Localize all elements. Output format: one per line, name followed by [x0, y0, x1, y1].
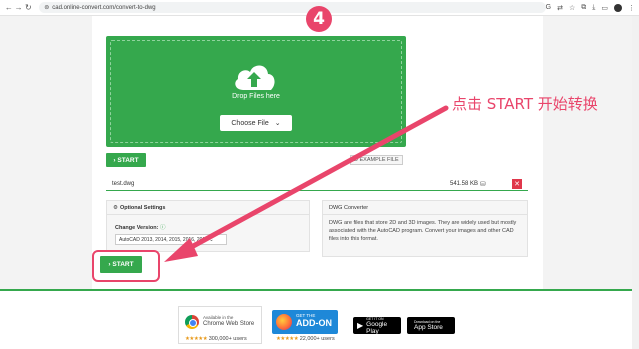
extensions-icon[interactable]: ⧉	[581, 4, 586, 12]
optional-settings-panel: ⚙ Optional Settings Change Version: ⓘ Au…	[106, 200, 310, 252]
dwg-converter-title: DWG Converter	[323, 201, 527, 215]
star-rating-icon: ★★★★★	[185, 336, 208, 342]
chrome-rating: ★★★★★ 300,000+ users	[185, 336, 247, 342]
optional-settings-header[interactable]: ⚙ Optional Settings	[107, 201, 309, 215]
bookmark-star-icon[interactable]: ☆	[569, 4, 575, 12]
back-icon[interactable]: ←	[4, 3, 14, 12]
google-icon[interactable]: G	[546, 4, 551, 11]
info-icon[interactable]: ⓘ	[160, 225, 166, 231]
chevron-down-icon: ⌄	[274, 120, 281, 127]
choose-file-label: Choose File	[231, 119, 269, 127]
step-number-badge: 4	[306, 6, 332, 32]
annotation-text: 点击 START 开始转换	[452, 95, 598, 113]
app-store-text: Download on the App Store	[414, 320, 443, 331]
google-play-name: Google Play	[366, 320, 388, 335]
uploaded-file-row: test.dwg 541.58 KB ⛁ ✕	[106, 177, 528, 191]
cloud-upload-icon	[235, 65, 275, 90]
address-bar[interactable]: ⊜ cad.online-convert.com/convert-to-dwg	[39, 2, 546, 13]
change-version-text: Change Version:	[115, 225, 159, 231]
firefox-addon-text: GET THE ADD-ON	[296, 313, 332, 328]
choose-file-button[interactable]: Choose File ⌄	[220, 115, 292, 131]
sidepanel-icon[interactable]: ▭	[601, 4, 608, 12]
app-store-badge[interactable]: Download on the App Store	[407, 317, 455, 334]
reload-icon[interactable]: ↻	[23, 3, 33, 12]
chrome-web-store-badge[interactable]: Available in the Chrome Web Store ★★★★★ …	[178, 306, 262, 344]
remove-file-button[interactable]: ✕	[512, 179, 522, 189]
menu-kebab-icon[interactable]: ⋮	[628, 4, 635, 12]
firefox-rating: ★★★★★ 22,000+ users	[276, 336, 335, 342]
start-button-top[interactable]: › START	[106, 153, 146, 167]
highlight-box	[92, 250, 160, 282]
drop-files-text: Drop Files here	[232, 93, 280, 100]
change-version-label: Change Version: ⓘ	[115, 223, 165, 231]
google-play-top: GET IT ON	[366, 316, 384, 321]
chrome-user-count: 300,000+ users	[208, 336, 247, 342]
app-store-name: App Store	[414, 324, 443, 331]
cloud-save-icon[interactable]: ⛁	[480, 180, 486, 188]
firefox-addon-label: ADD-ON	[296, 318, 332, 328]
download-icon[interactable]: ⤓	[592, 4, 595, 12]
google-play-icon: ▶	[357, 321, 364, 330]
add-example-file-button[interactable]: D EXAMPLE FILE	[350, 155, 403, 165]
google-play-text: GET IT ON Google Play	[366, 317, 397, 335]
forward-icon[interactable]: →	[14, 3, 24, 12]
chrome-available-text: Available in the	[203, 315, 234, 320]
chrome-store-text: Available in the Chrome Web Store	[203, 315, 254, 327]
version-select[interactable]: AutoCAD 2013, 2014, 2015, 2016, 2017 ⌄	[115, 234, 227, 245]
dwg-converter-description: DWG are files that store 2D and 3D image…	[329, 220, 517, 242]
firefox-addon-badge[interactable]: GET THE ADD-ON	[272, 310, 338, 334]
google-play-badge[interactable]: ▶ GET IT ON Google Play	[353, 317, 401, 335]
firefox-user-count: 22,000+ users	[299, 336, 335, 342]
dwg-converter-panel: DWG Converter DWG are files that store 2…	[322, 200, 528, 257]
gear-icon: ⚙	[113, 204, 118, 211]
page-scrollbar[interactable]	[632, 16, 639, 349]
optional-settings-title: Optional Settings	[119, 204, 166, 211]
profile-avatar[interactable]	[614, 3, 622, 12]
star-rating-icon: ★★★★★	[276, 336, 299, 342]
chrome-icon	[185, 315, 199, 329]
firefox-icon	[276, 314, 292, 330]
chrome-store-name: Chrome Web Store	[203, 321, 255, 327]
file-name: test.dwg	[112, 180, 135, 187]
translate-icon[interactable]: ⇄	[557, 4, 563, 12]
site-info-icon[interactable]: ⊜	[44, 4, 49, 11]
file-size: 541.58 KB	[450, 180, 479, 187]
url-text: cad.online-convert.com/convert-to-dwg	[52, 4, 156, 11]
